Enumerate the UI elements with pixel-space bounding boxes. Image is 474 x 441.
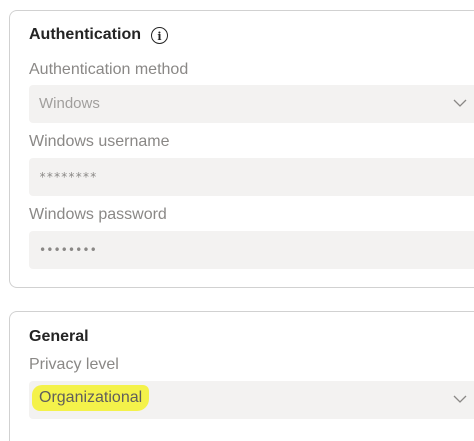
windows-password-value: •••••••• xyxy=(39,243,97,257)
windows-username-field[interactable]: ******** xyxy=(29,158,474,196)
windows-username-value: ******** xyxy=(39,170,97,184)
privacy-level-dropdown[interactable]: Organizational xyxy=(29,381,474,419)
authentication-title: Authentication xyxy=(29,26,141,43)
authentication-method-value: Windows xyxy=(39,95,100,112)
windows-password-label: Windows password xyxy=(29,206,167,223)
general-panel: General Privacy level Organizational xyxy=(9,311,474,441)
chevron-down-icon xyxy=(453,395,467,403)
general-title: General xyxy=(29,328,89,345)
authentication-section-title: Authentication i xyxy=(29,26,168,44)
windows-username-label: Windows username xyxy=(29,133,170,150)
authentication-method-dropdown[interactable]: Windows xyxy=(29,85,474,123)
info-icon[interactable]: i xyxy=(151,26,168,44)
authentication-method-label: Authentication method xyxy=(29,61,189,78)
authentication-panel: Authentication i Authentication method W… xyxy=(9,10,474,288)
privacy-level-label: Privacy level xyxy=(29,356,119,373)
privacy-level-value: Organizational xyxy=(32,385,150,411)
windows-password-field[interactable]: •••••••• xyxy=(29,231,474,269)
general-section-title: General xyxy=(29,328,89,346)
chevron-down-icon xyxy=(453,99,467,107)
